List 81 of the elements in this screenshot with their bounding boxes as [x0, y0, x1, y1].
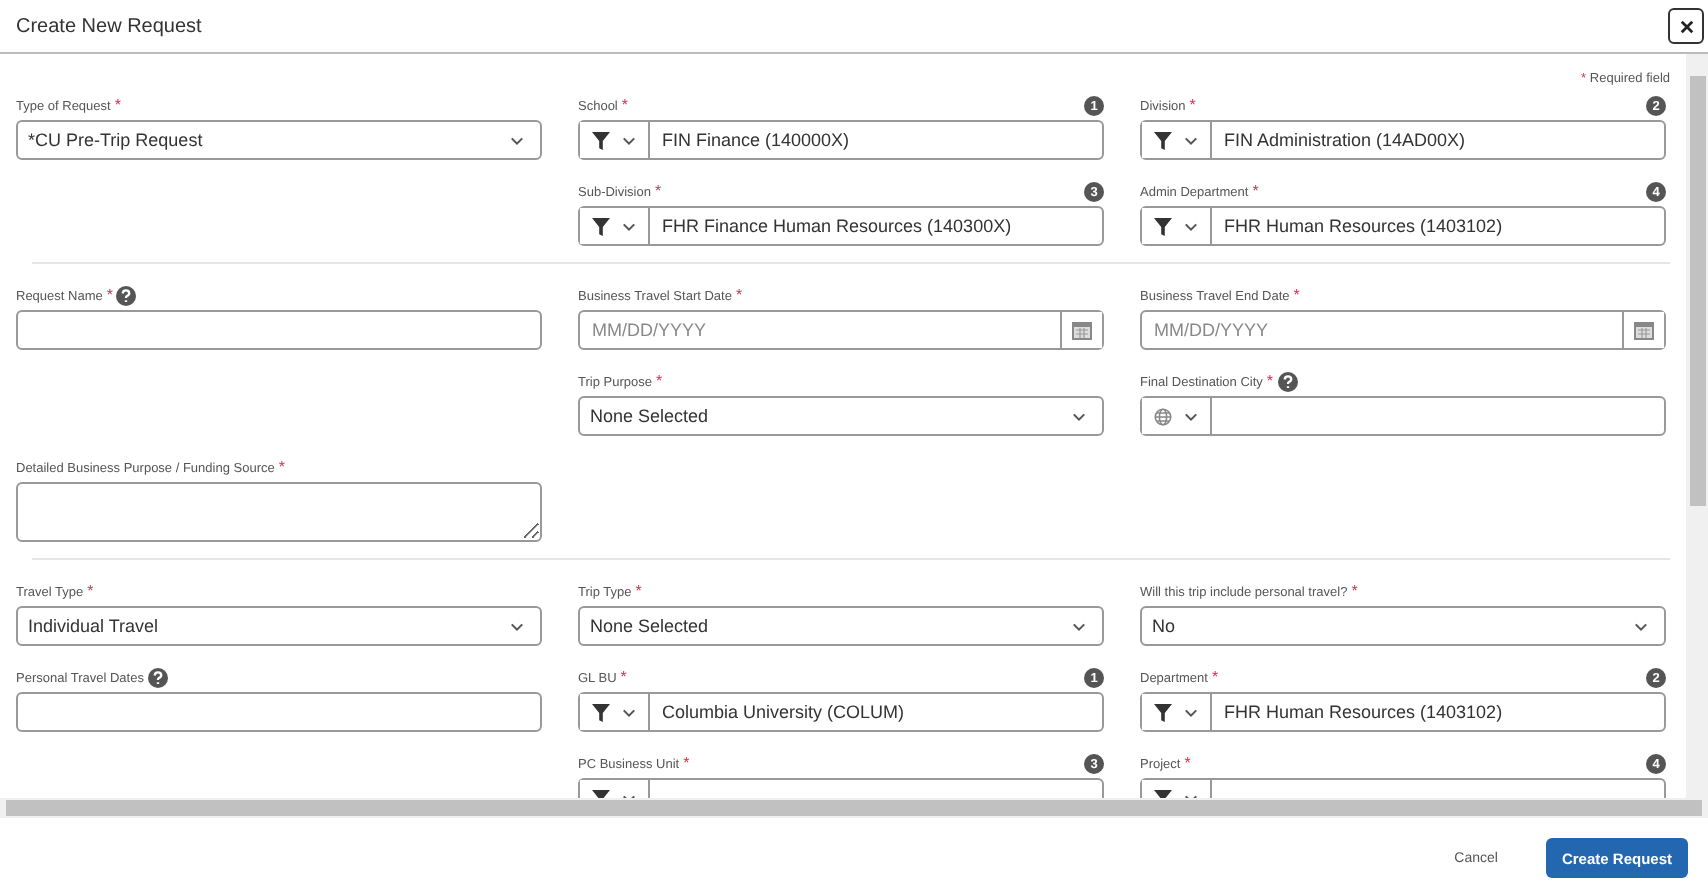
required-mark: * — [106, 285, 113, 303]
close-button[interactable] — [1668, 8, 1704, 44]
input-field[interactable]: FHR Human Resources (1403102) — [1212, 208, 1664, 244]
window-title: Create New Request — [16, 15, 202, 37]
vertical-scrollbar[interactable] — [1686, 54, 1708, 798]
filter-icon — [1154, 217, 1172, 235]
required-mark: * — [1184, 753, 1191, 771]
filter-button[interactable] — [1142, 208, 1212, 244]
caret-icon — [622, 221, 636, 231]
required-mark: * — [621, 95, 628, 113]
required-mark: * — [1252, 181, 1259, 199]
required-mark: * — [655, 371, 663, 389]
filter-icon — [1154, 131, 1172, 149]
required-mark: * — [1189, 95, 1196, 113]
location-field[interactable] — [1140, 396, 1666, 436]
filter-select-field[interactable]: FHR Human Resources (1403102) — [1140, 206, 1666, 246]
filter-select-field[interactable]: FIN Administration (14AD00X) — [1140, 120, 1666, 160]
filter-icon — [592, 131, 610, 149]
required-mark: * — [635, 581, 642, 599]
date-field[interactable]: MM/DD/YYYY — [580, 312, 1060, 348]
caret-icon — [1184, 135, 1198, 145]
required-mark: * — [1351, 581, 1358, 599]
caret-icon — [1184, 707, 1198, 717]
select-dropdown[interactable]: No — [1140, 606, 1666, 646]
input-field[interactable] — [16, 310, 542, 350]
calendar-icon — [1634, 321, 1654, 339]
required-mark: * — [87, 581, 94, 599]
caret-icon — [1184, 411, 1198, 421]
caret-icon — [1072, 411, 1086, 421]
help-icon[interactable] — [147, 668, 168, 688]
filter-select-field[interactable]: FHR Finance Human Resources (140300X) — [578, 206, 1104, 246]
select-dropdown[interactable]: None Selected — [578, 396, 1104, 436]
date-picker-field[interactable]: MM/DD/YYYY — [1140, 310, 1666, 350]
date-picker-field[interactable]: MM/DD/YYYY — [578, 310, 1104, 350]
required-mark: * — [114, 95, 121, 113]
input-field[interactable]: FIN Finance (140000X) — [650, 122, 1102, 158]
calendar-icon — [1072, 321, 1092, 339]
filter-icon — [1154, 703, 1172, 721]
required-mark: * — [655, 181, 662, 199]
help-icon[interactable] — [116, 286, 137, 306]
filter-button[interactable] — [1142, 122, 1212, 158]
filter-select-field[interactable]: FIN Finance (140000X) — [578, 120, 1104, 160]
filter-button[interactable] — [580, 694, 650, 730]
required-mark: * — [1266, 371, 1274, 389]
input-field[interactable]: Columbia University (COLUM) — [650, 694, 1102, 730]
date-field[interactable]: MM/DD/YYYY — [1142, 312, 1622, 348]
select-dropdown[interactable]: Individual Travel — [16, 606, 542, 646]
close-icon — [1679, 19, 1693, 33]
filter-select-field[interactable]: FHR Human Resources (1403102) — [1140, 692, 1666, 732]
caret-icon — [510, 621, 524, 631]
select-dropdown[interactable]: None Selected — [578, 606, 1104, 646]
input-field[interactable] — [16, 692, 542, 732]
required-mark: * — [683, 753, 690, 771]
filter-button[interactable] — [580, 122, 650, 158]
caret-icon — [1184, 221, 1198, 231]
filter-button[interactable] — [580, 208, 650, 244]
required-mark: * — [620, 667, 627, 685]
input-field[interactable]: FIN Administration (14AD00X) — [1212, 122, 1664, 158]
globe-icon — [1154, 407, 1172, 425]
filter-button[interactable] — [1142, 694, 1212, 730]
caret-icon — [510, 135, 524, 145]
help-icon[interactable] — [1277, 372, 1298, 392]
calendar-button[interactable] — [1622, 312, 1664, 348]
filter-icon — [592, 217, 610, 235]
calendar-button[interactable] — [1060, 312, 1102, 348]
input-field[interactable]: FHR Human Resources (1403102) — [1212, 694, 1664, 730]
caret-icon — [1634, 621, 1648, 631]
input-field[interactable]: FHR Finance Human Resources (140300X) — [650, 208, 1102, 244]
required-mark: * — [1293, 285, 1300, 303]
caret-icon — [622, 707, 636, 717]
caret-icon — [622, 135, 636, 145]
required-mark: * — [1211, 667, 1219, 685]
filter-icon — [592, 703, 610, 721]
text-area[interactable] — [16, 482, 542, 542]
required-mark: * — [735, 285, 743, 303]
caret-icon — [1072, 621, 1086, 631]
horizontal-scrollbar[interactable] — [0, 798, 1708, 818]
required-mark: * — [278, 457, 285, 475]
location-type-button[interactable] — [1142, 398, 1212, 434]
select-dropdown[interactable]: *CU Pre-Trip Request — [16, 120, 542, 160]
filter-select-field[interactable]: Columbia University (COLUM) — [578, 692, 1104, 732]
